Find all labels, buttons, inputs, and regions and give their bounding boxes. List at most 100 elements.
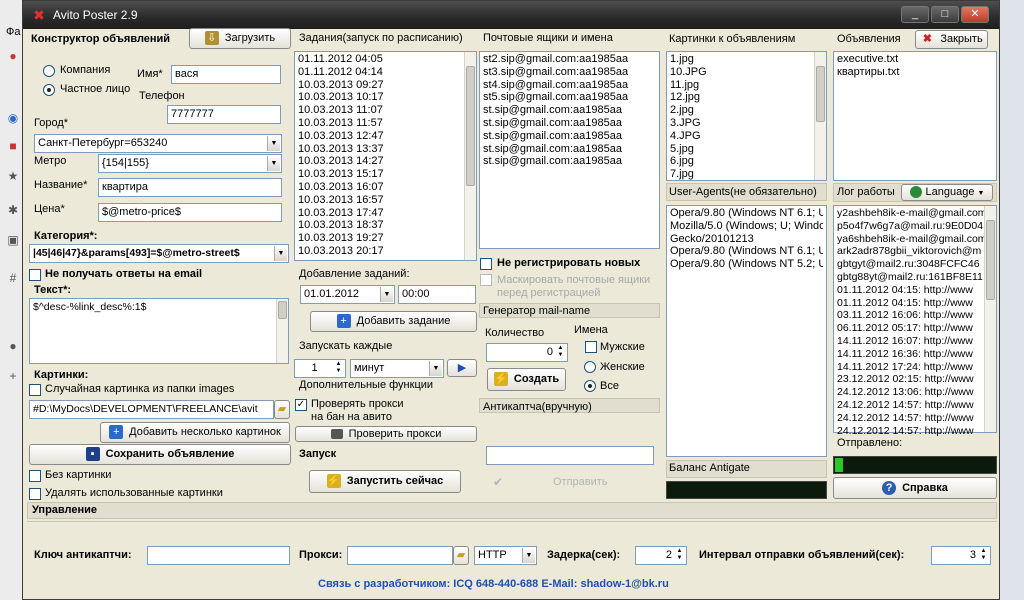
log-list-item[interactable]: 14.11.2012 16:07: http://www [837,335,993,348]
picture-list-item[interactable]: 1.jpg [670,53,823,66]
proxy-type-select[interactable]: HTTP ▼ [474,546,537,565]
log-list-item[interactable]: 01.11.2012 04:15: http://www [837,297,993,310]
check-proxy-checkbox[interactable]: ✓ [295,399,307,411]
metro-select[interactable]: {154|155} ▼ [98,154,282,173]
folder-icon[interactable]: ▰ [453,546,469,565]
log-list-item[interactable]: p5o4f7w6g7a@mail.ru:9E0D04 [837,220,993,233]
help-button[interactable]: ? Справка [833,477,997,499]
scrollbar[interactable] [276,299,288,363]
close-window-button[interactable]: ✕ [961,6,989,23]
picture-list-item[interactable]: 10.JPG [670,66,823,79]
minimize-button[interactable]: _ [901,6,929,23]
company-radio[interactable] [43,65,55,77]
user-agent-list-item[interactable]: Gecko/20101213 [670,233,823,246]
picture-list-item[interactable]: 3.JPG [670,117,823,130]
log-list-item[interactable]: 06.11.2012 05:17: http://www [837,322,993,335]
anticaptcha-input[interactable] [486,446,654,465]
tasks-list[interactable]: 01.11.2012 04:05 01.11.2012 04:14 10.03.20… [294,51,477,261]
mail-list-item[interactable]: st.sip@gmail.com:aa1985aa [483,143,656,156]
task-list-item[interactable]: 01.11.2012 04:14 [298,66,473,79]
picture-list-item[interactable]: 4.JPG [670,130,823,143]
task-date-picker[interactable]: 01.01.2012 ▼ [300,285,395,304]
mail-list-item[interactable]: st4.sip@gmail.com:aa1985aa [483,79,656,92]
city-select[interactable]: Санкт-Петербург=653240 ▼ [34,134,282,153]
picture-list-item[interactable]: 7.jpg [670,168,823,181]
pictures-list[interactable]: 1.jpg 10.JPG 11.jpg 12.jpg 2.jpg 3.JPG 4.JPG 5.… [666,51,827,181]
mail-list-item[interactable]: st5.sip@gmail.com:aa1985aa [483,91,656,104]
mail-list-item[interactable]: st.sip@gmail.com:aa1985aa [483,117,656,130]
user-agent-list-item[interactable]: Opera/9.80 (Windows NT 6.1; U; [670,207,823,220]
scrollbar[interactable] [814,52,826,180]
log-list-item[interactable]: 23.12.2012 02:15: http://www [837,373,993,386]
ad-text-area[interactable]: $^desc-%link_desc%:1$ [29,298,289,364]
no-email-checkbox[interactable] [29,269,41,281]
task-list-item[interactable]: 10.03.2013 12:47 [298,130,473,143]
scrollbar-thumb[interactable] [816,66,825,122]
phone-input[interactable]: 7777777 [167,105,281,124]
task-list-item[interactable]: 10.03.2013 11:07 [298,104,473,117]
run-every-spinner[interactable]: 1 ▲ ▼ [294,359,346,378]
category-select[interactable]: |45|46|47}&params[493]=$@metro-street$ ▼ [29,244,289,263]
log-list-item[interactable]: 24.12.2012 14:57: http://www [837,412,993,425]
developer-contact-link[interactable]: Связь с разработчиком: ICQ 648-440-688 E… [318,578,669,590]
task-list-item[interactable]: 10.03.2013 20:17 [298,245,473,258]
log-list-item[interactable]: 24.12.2012 14:57: http://www [837,425,993,438]
task-list-item[interactable]: 10.03.2013 14:27 [298,155,473,168]
no-register-checkbox[interactable] [480,258,492,270]
add-task-button[interactable]: + Добавить задание [310,311,477,332]
images-path-input[interactable]: #D:\MyDocs\DEVELOPMENT\FREELANCE\avit [29,400,274,419]
scrollbar[interactable] [464,52,476,260]
log-list-item[interactable]: y2ashbeh8ik-e-mail@gmail.com [837,207,993,220]
scrollbar-thumb[interactable] [986,220,995,300]
captcha-key-input[interactable] [147,546,290,565]
log-list-item[interactable]: 14.11.2012 16:36: http://www [837,348,993,361]
log-list-item[interactable]: 14.11.2012 17:24: http://www [837,361,993,374]
mail-list-item[interactable]: st.sip@gmail.com:aa1985aa [483,104,656,117]
log-list-item[interactable]: ark2adr878gbii_viktorovich@m [837,245,993,258]
random-image-checkbox[interactable] [29,384,41,396]
task-list-item[interactable]: 10.03.2013 16:07 [298,181,473,194]
scrollbar-thumb[interactable] [466,66,475,186]
user-agent-list-item[interactable]: Opera/9.80 (Windows NT 5.2; U; [670,258,823,271]
private-person-radio[interactable] [43,84,55,96]
task-list-item[interactable]: 01.11.2012 04:05 [298,53,473,66]
log-list-item[interactable]: 01.11.2012 04:15: http://www [837,284,993,297]
log-list-item[interactable]: 24.12.2012 14:57: http://www [837,399,993,412]
mail-list-item[interactable]: st.sip@gmail.com:aa1985aa [483,130,656,143]
name-input[interactable]: вася [171,65,281,84]
log-list-item[interactable]: 24.12.2012 13:06: http://www [837,386,993,399]
task-list-item[interactable]: 10.03.2013 19:27 [298,232,473,245]
log-list-item[interactable]: ya6shbeh8ik-e-mail@gmail.com [837,233,993,246]
task-list-item[interactable]: 10.03.2013 11:57 [298,117,473,130]
male-names-checkbox[interactable] [585,341,597,353]
log-list[interactable]: y2ashbeh8ik-e-mail@gmail.com p5o4f7w6g7a@… [833,205,997,437]
mail-list-item[interactable]: st3.sip@gmail.com:aa1985aa [483,66,656,79]
user-agent-list-item[interactable]: Mozilla/5.0 (Windows; U; Windo [670,220,823,233]
log-list-item[interactable]: gbtgyt@mail2.ru:3048FCFC46 [837,258,993,271]
ua-list[interactable]: Opera/9.80 (Windows NT 6.1; U; Mozilla/5.… [666,205,827,457]
spinner-arrows-icon[interactable]: ▲ ▼ [674,548,685,563]
picture-list-item[interactable]: 12.jpg [670,91,823,104]
maximize-button[interactable]: □ [931,6,959,23]
add-images-button[interactable]: + Добавить несколько картинок [100,422,290,443]
price-input[interactable]: $@metro-price$ [98,203,282,222]
no-images-checkbox[interactable] [29,470,41,482]
proxy-input[interactable] [347,546,453,565]
play-schedule-button[interactable]: ▶ [447,359,477,377]
mail-list-item[interactable]: st.sip@gmail.com:aa1985aa [483,155,656,168]
send-captcha-button[interactable]: Отправить [553,476,608,488]
delete-used-checkbox[interactable] [29,488,41,500]
scrollbar-thumb[interactable] [278,301,287,319]
task-list-item[interactable]: 10.03.2013 16:57 [298,194,473,207]
mask-mail-checkbox[interactable] [480,274,492,286]
mail-list-item[interactable]: st2.sip@gmail.com:aa1985aa [483,53,656,66]
log-list-item[interactable]: 03.11.2012 16:06: http://www [837,309,993,322]
title-input[interactable]: квартира [98,178,282,197]
picture-list-item[interactable]: 11.jpg [670,79,823,92]
task-time-input[interactable]: 00:00 [398,285,476,304]
ad-file-list-item[interactable]: executive.txt [837,53,993,66]
ad-file-list-item[interactable]: квартиры.txt [837,66,993,79]
folder-icon[interactable]: ▰ [274,400,290,419]
launch-now-button[interactable]: ⚡ Запустить сейчас [309,470,461,493]
all-names-radio[interactable] [584,380,596,392]
